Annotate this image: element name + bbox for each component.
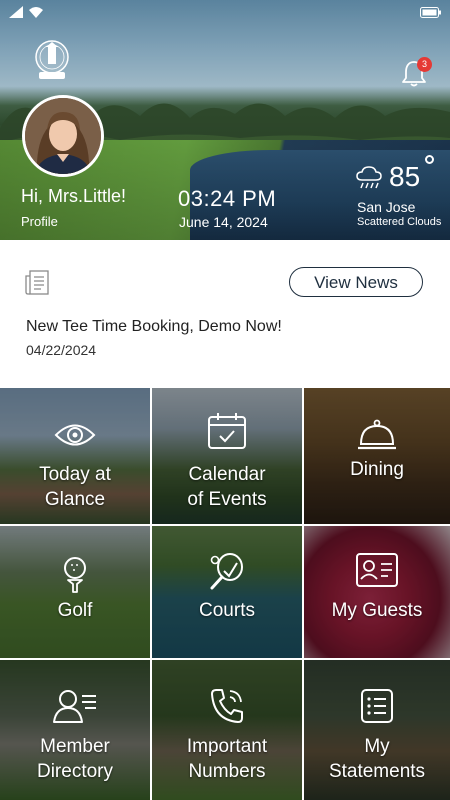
wifi-icon [29,7,43,18]
tile-label: Calendar [188,464,266,485]
id-card-icon [356,553,398,587]
tile-my-statements[interactable]: My Statements [304,660,450,800]
greeting: Hi, Mrs.Little! [21,186,127,206]
news-section: View News New Tee Time Booking, Demo Now… [0,240,450,388]
current-date: June 14, 2024 [179,214,268,230]
tile-courts[interactable]: Courts [152,526,304,660]
news-date: 04/22/2024 [26,342,97,358]
tile-dining[interactable]: Dining [304,388,450,526]
tile-label: Glance [44,489,106,510]
eye-icon [54,424,96,446]
tile-important-numbers[interactable]: Important Numbers [152,660,304,800]
tile-my-guests[interactable]: My Guests [304,526,450,660]
newspaper-icon [25,270,49,295]
tile-label: of Events [187,489,267,510]
news-headline[interactable]: New Tee Time Booking, Demo Now! [26,318,282,336]
status-bar [0,0,450,26]
avatar[interactable] [22,95,104,177]
signal-icon [9,6,23,18]
hero-banner: 3 Hi, Mrs.Little! Profile 03:24 PM June … [0,0,450,240]
weather-city: San Jose [357,199,416,215]
current-time: 03:24 PM [178,186,277,211]
statement-list-icon [361,689,393,723]
phone-icon [211,689,243,723]
tile-golf[interactable]: Golf [0,526,152,660]
view-news-button[interactable]: View News [289,267,423,297]
tile-label: My [364,736,390,757]
tennis-racket-icon [210,553,243,590]
calendar-icon [208,413,246,449]
tile-label: Golf [57,600,93,621]
battery-icon [420,7,441,18]
tile-today-at-glance[interactable]: Today at Glance [0,388,152,526]
rain-cloud-icon [356,166,382,189]
tile-calendar-of-events[interactable]: Calendar of Events [152,388,304,526]
tile-label: Courts [199,600,255,621]
degree-symbol-icon [425,155,434,164]
tile-label: Important [186,736,268,757]
temperature: 85 [389,161,421,192]
tile-member-directory[interactable]: Member Directory [0,660,152,800]
notification-badge: 3 [417,57,432,72]
members-icon [53,690,96,723]
profile-photo [25,98,101,174]
weather-condition: Scattered Clouds [357,216,442,228]
tile-label: Dining [350,459,404,480]
tile-label: Statements [328,761,426,782]
tile-label: Today at [39,464,111,485]
feature-grid: Today at Glance Calendar of Events Dinin… [0,388,450,800]
cloche-icon [358,419,396,450]
tile-label: Directory [36,761,113,782]
tile-label: My Guests [331,600,423,621]
tile-label: Member [40,736,110,757]
profile-link[interactable]: Profile [21,214,58,229]
golf-ball-tee-icon [64,557,86,593]
club-logo-icon [35,40,69,79]
tile-label: Numbers [188,761,266,782]
